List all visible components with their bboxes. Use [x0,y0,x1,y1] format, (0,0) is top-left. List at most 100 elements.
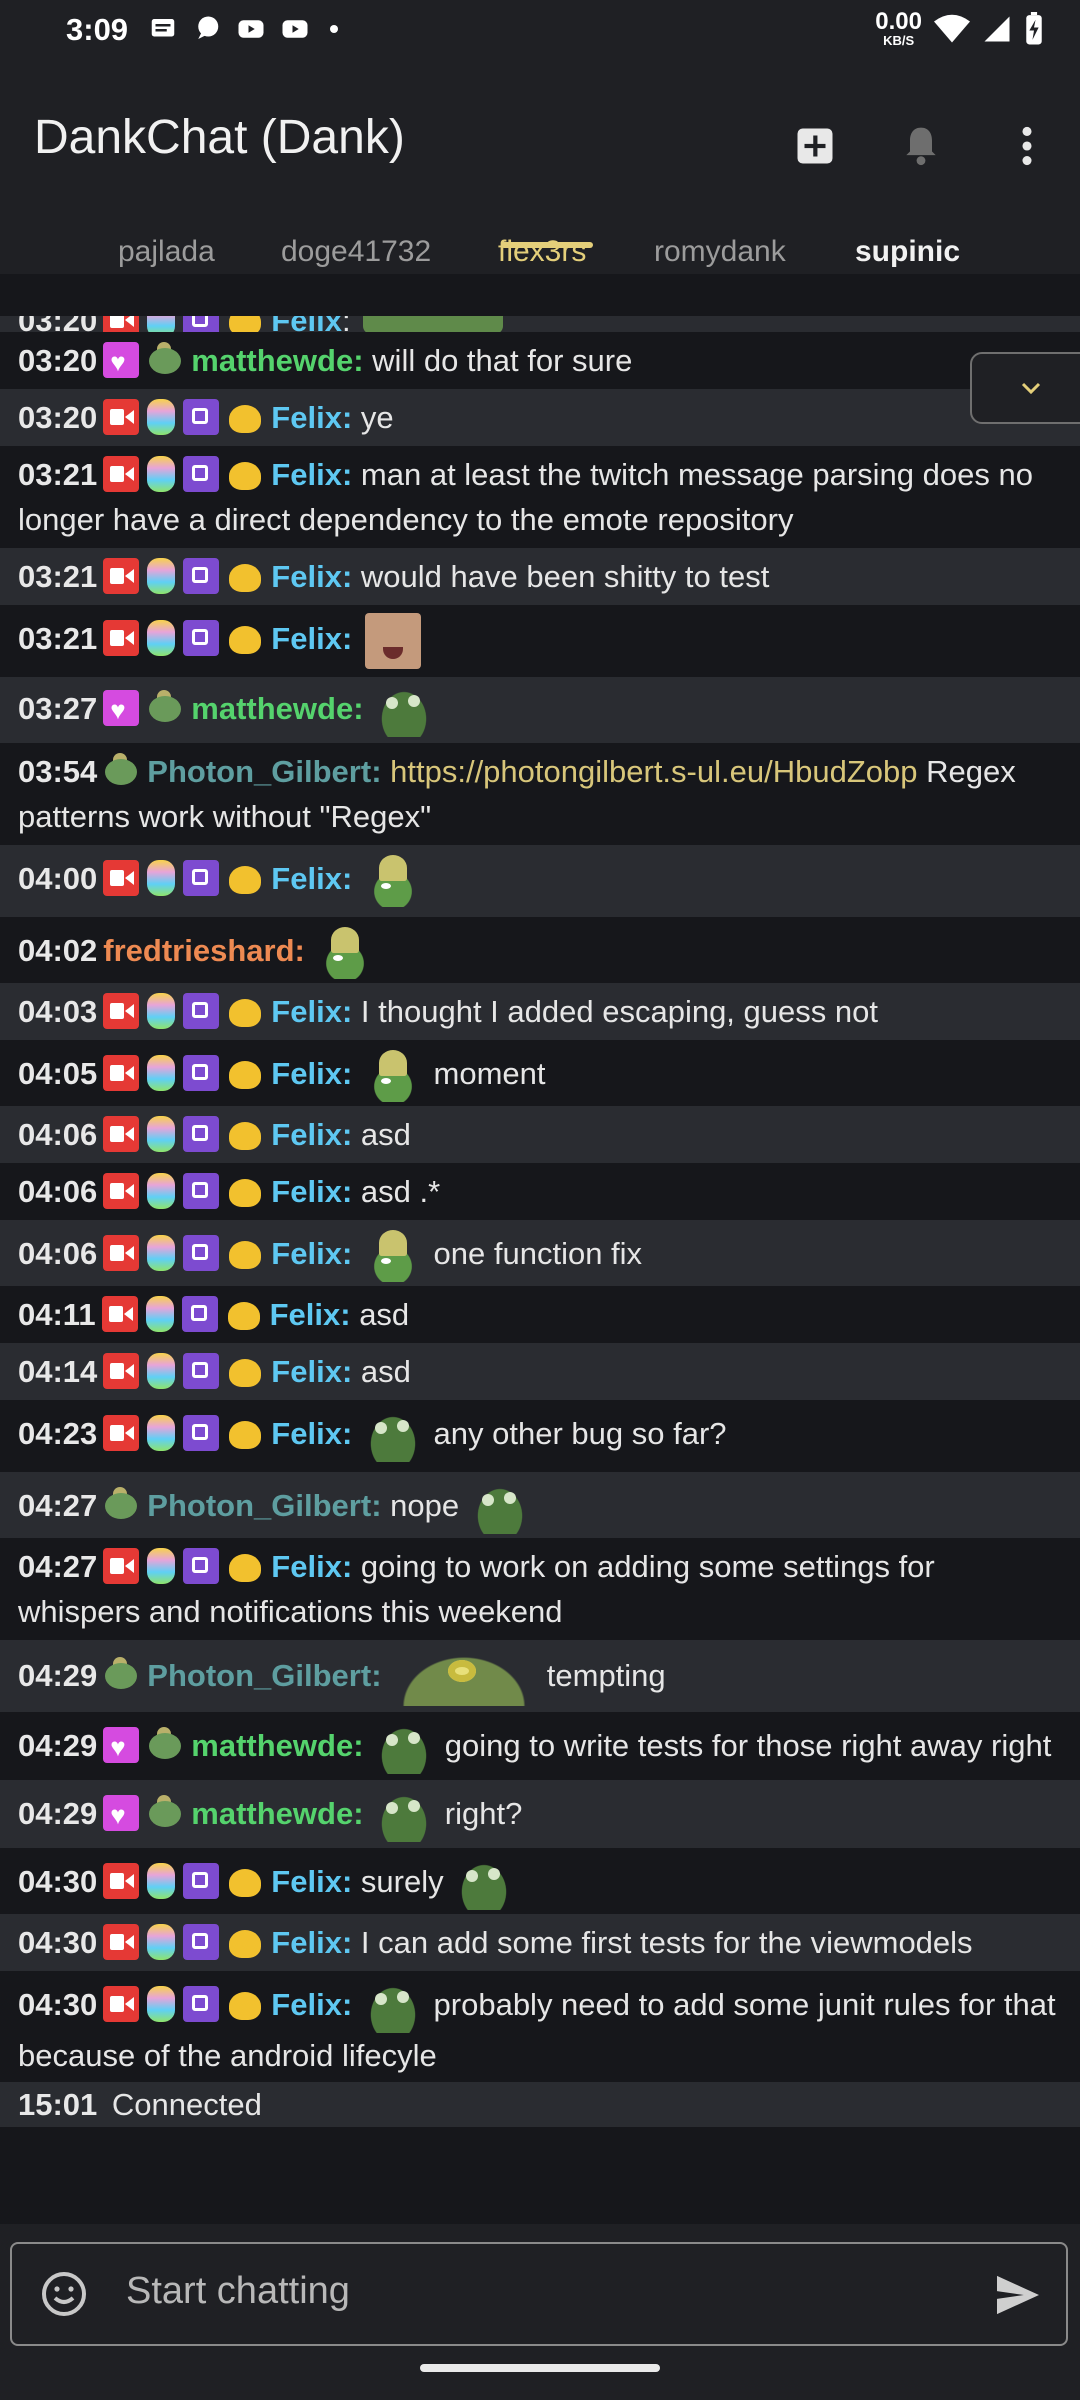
username[interactable]: matthewde [191,1796,353,1831]
sub-badge [227,1415,263,1451]
sub-badge [226,1296,262,1332]
message-text: tempting [546,1658,666,1694]
message-text: any other bug so far? [433,1416,727,1452]
prime-badge [183,1863,220,1899]
emote [364,1230,421,1282]
username[interactable]: Felix [271,316,342,332]
emoji-icon[interactable] [40,2270,88,2318]
chat-message: 04:14 Felix: asd [0,1343,1080,1400]
username[interactable]: Felix [271,1354,342,1389]
chat-message: 04:00 Felix: [0,845,1080,917]
sub-badge [227,456,263,492]
home-indicator[interactable] [420,2364,660,2372]
send-icon[interactable] [994,2274,1042,2316]
username[interactable]: Felix [271,400,342,435]
username[interactable]: Photon_Gilbert [147,1658,371,1693]
bell-icon [906,127,936,166]
username[interactable]: Felix [270,1297,341,1332]
username[interactable]: Felix [271,559,342,594]
chat-message: 04:11 Felix: asd [18,1295,410,1332]
username[interactable]: Felix [271,1925,342,1960]
chat-message: 03:21 Felix: [0,605,1080,677]
battery-icon [1026,11,1042,44]
username[interactable]: Felix [271,1236,342,1271]
video-badge [103,1863,140,1899]
youtube-icon [238,20,264,38]
overflow-menu-button[interactable] [974,110,1080,182]
username[interactable]: matthewde [191,1728,353,1763]
chat-message: 03:20 Felix: ye [0,389,1080,446]
timestamp: 04:02 [18,933,98,969]
username[interactable]: Felix [271,1416,342,1451]
timestamp: 04:29 [18,1728,98,1764]
prime-badge [183,557,220,594]
video-badge [103,1415,140,1451]
channel-tabs: pajlada doge41732 flex3rs romydank supin… [0,221,1080,289]
username[interactable]: Felix [271,1174,342,1209]
timestamp: 04:23 [18,1416,98,1452]
chat-message: 04:29matthewde: going to write tests for… [0,1712,1080,1780]
username[interactable]: matthewde [191,691,353,726]
sub-badge [227,993,263,1029]
status-time: 3:09 [66,12,129,47]
username[interactable]: Felix [271,621,342,656]
username[interactable]: Felix [271,1864,342,1899]
youtube-icon-2 [282,20,308,38]
tab-doge41732[interactable]: doge41732 [281,235,431,269]
emote [376,1722,433,1774]
timestamp: 04:06 [18,1236,98,1272]
add-channel-button[interactable] [762,110,868,182]
sub-badge [227,1986,263,2022]
heart-badge [103,688,140,733]
tab-flex3rs[interactable]: flex3rs [498,235,586,269]
username[interactable]: Felix [271,1987,342,2022]
username[interactable]: Felix [271,861,342,896]
prime-badge [183,992,220,1029]
timestamp: 04:30 [18,1925,98,1960]
sub-badge [227,860,263,896]
heart-badge [103,340,140,385]
chat-message: 04:06 Felix: asd [0,1106,1080,1163]
timestamp: 04:27 [18,1549,98,1584]
tab-romydank[interactable]: romydank [654,235,786,269]
video-badge [103,1547,140,1584]
chat-message: 04:29 Photon_Gilbert: tempting [0,1640,1080,1712]
chat-message-partial: 03:20Felix: [0,316,1080,332]
emote [364,855,421,907]
message-text: asd .* [360,1174,441,1209]
timestamp: 04:30 [18,1864,98,1900]
username[interactable]: Felix [271,1117,342,1152]
pepe-badge [103,752,139,789]
tab-supinic[interactable]: supinic [855,235,960,269]
emote [317,927,374,979]
rainbow-badge [147,1172,176,1209]
tab-pajlada[interactable]: pajlada [118,235,215,269]
chevron-down-icon [1021,382,1041,395]
heart-badge [103,1725,140,1770]
chat-input[interactable]: Start chatting [10,2242,1068,2346]
more-notifications-dot [330,25,338,33]
video-badge [103,1115,140,1152]
mentions-button[interactable] [868,110,974,182]
chat-list[interactable]: 03:20Felix: 03:20matthewde: will do that… [0,316,1080,2226]
username[interactable]: Felix [271,1549,342,1584]
username[interactable]: Photon_Gilbert [147,1488,371,1523]
scroll-to-bottom-button[interactable] [970,352,1080,424]
username[interactable]: Felix [271,1056,342,1091]
emote [363,316,504,332]
username[interactable]: matthewde [191,343,353,378]
username[interactable]: fredtrieshard [103,933,294,968]
timestamp: 03:21 [18,559,98,594]
pepe-badge [103,1657,139,1693]
username[interactable]: Felix [271,994,342,1029]
message-text: will do that for sure [372,343,633,378]
timestamp: 03:20 [18,400,98,435]
messages-icon [151,19,175,37]
sub-badge [227,1173,263,1209]
message-link[interactable]: https://photongilbert.s-ul.eu/HbudZobp [390,754,917,789]
chat-message: 04:05 Felix: moment [0,1040,1080,1106]
username[interactable]: Felix [271,457,342,492]
chat-input-placeholder: Start chatting [126,2270,350,2312]
username[interactable]: Photon_Gilbert [147,754,371,789]
pepe-badge [147,1795,183,1831]
